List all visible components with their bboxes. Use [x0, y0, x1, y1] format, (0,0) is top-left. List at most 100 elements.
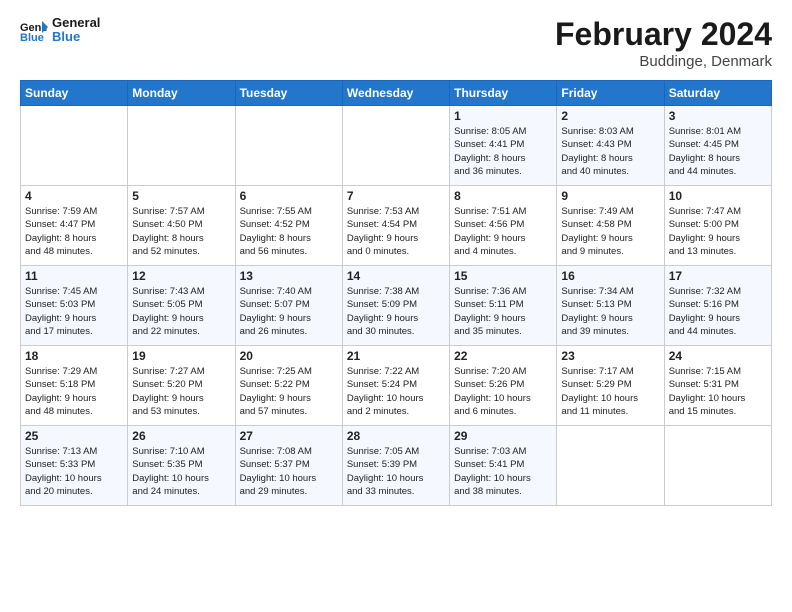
day-info: Sunrise: 7:47 AM Sunset: 5:00 PM Dayligh…	[669, 205, 767, 258]
calendar-cell: 11 Sunrise: 7:45 AM Sunset: 5:03 PM Dayli…	[21, 266, 128, 346]
day-info: Sunrise: 7:25 AM Sunset: 5:22 PM Dayligh…	[240, 365, 338, 418]
day-info: Sunrise: 7:34 AM Sunset: 5:13 PM Dayligh…	[561, 285, 659, 338]
day-info: Sunrise: 7:22 AM Sunset: 5:24 PM Dayligh…	[347, 365, 445, 418]
day-number: 3	[669, 109, 767, 123]
day-number: 23	[561, 349, 659, 363]
day-number: 1	[454, 109, 552, 123]
day-info: Sunrise: 7:27 AM Sunset: 5:20 PM Dayligh…	[132, 365, 230, 418]
day-number: 5	[132, 189, 230, 203]
day-info: Sunrise: 8:03 AM Sunset: 4:43 PM Dayligh…	[561, 125, 659, 178]
column-header-saturday: Saturday	[664, 81, 771, 106]
day-info: Sunrise: 7:36 AM Sunset: 5:11 PM Dayligh…	[454, 285, 552, 338]
calendar-cell: 4 Sunrise: 7:59 AM Sunset: 4:47 PM Daylig…	[21, 186, 128, 266]
day-number: 2	[561, 109, 659, 123]
calendar-cell: 23Sunrise: 7:17 AM Sunset: 5:29 PM Dayli…	[557, 346, 664, 426]
calendar-cell: 12 Sunrise: 7:43 AM Sunset: 5:05 PM Dayli…	[128, 266, 235, 346]
day-info: Sunrise: 7:10 AM Sunset: 5:35 PM Dayligh…	[132, 445, 230, 498]
calendar-cell: 9 Sunrise: 7:49 AM Sunset: 4:58 PM Daylig…	[557, 186, 664, 266]
calendar-cell: 18 Sunrise: 7:29 AM Sunset: 5:18 PM Dayli…	[21, 346, 128, 426]
calendar-cell: 25 Sunrise: 7:13 AM Sunset: 5:33 PM Dayli…	[21, 426, 128, 506]
day-number: 29	[454, 429, 552, 443]
column-header-sunday: Sunday	[21, 81, 128, 106]
calendar-cell: 17 Sunrise: 7:32 AM Sunset: 5:16 PM Dayli…	[664, 266, 771, 346]
calendar-cell	[664, 426, 771, 506]
calendar-cell: 29 Sunrise: 7:03 AM Sunset: 5:41 PM Dayli…	[450, 426, 557, 506]
day-info: Sunrise: 7:40 AM Sunset: 5:07 PM Dayligh…	[240, 285, 338, 338]
column-header-friday: Friday	[557, 81, 664, 106]
calendar-cell: 10Sunrise: 7:47 AM Sunset: 5:00 PM Dayli…	[664, 186, 771, 266]
day-info: Sunrise: 7:45 AM Sunset: 5:03 PM Dayligh…	[25, 285, 123, 338]
day-number: 27	[240, 429, 338, 443]
day-number: 16	[561, 269, 659, 283]
day-number: 19	[132, 349, 230, 363]
column-header-wednesday: Wednesday	[342, 81, 449, 106]
month-title: February 2024	[555, 16, 772, 53]
day-info: Sunrise: 7:13 AM Sunset: 5:33 PM Dayligh…	[25, 445, 123, 498]
day-info: Sunrise: 7:32 AM Sunset: 5:16 PM Dayligh…	[669, 285, 767, 338]
day-info: Sunrise: 7:15 AM Sunset: 5:31 PM Dayligh…	[669, 365, 767, 418]
calendar-cell: 5 Sunrise: 7:57 AM Sunset: 4:50 PM Daylig…	[128, 186, 235, 266]
day-info: Sunrise: 7:57 AM Sunset: 4:50 PM Dayligh…	[132, 205, 230, 258]
day-number: 7	[347, 189, 445, 203]
day-info: Sunrise: 8:05 AM Sunset: 4:41 PM Dayligh…	[454, 125, 552, 178]
day-number: 24	[669, 349, 767, 363]
calendar-cell: 26 Sunrise: 7:10 AM Sunset: 5:35 PM Dayli…	[128, 426, 235, 506]
day-number: 18	[25, 349, 123, 363]
calendar-cell: 28 Sunrise: 7:05 AM Sunset: 5:39 PM Dayli…	[342, 426, 449, 506]
day-number: 21	[347, 349, 445, 363]
day-number: 6	[240, 189, 338, 203]
day-info: Sunrise: 7:29 AM Sunset: 5:18 PM Dayligh…	[25, 365, 123, 418]
calendar-cell: 27 Sunrise: 7:08 AM Sunset: 5:37 PM Dayli…	[235, 426, 342, 506]
day-info: Sunrise: 7:49 AM Sunset: 4:58 PM Dayligh…	[561, 205, 659, 258]
calendar-cell: 24 Sunrise: 7:15 AM Sunset: 5:31 PM Dayli…	[664, 346, 771, 426]
day-number: 20	[240, 349, 338, 363]
day-number: 28	[347, 429, 445, 443]
day-number: 8	[454, 189, 552, 203]
calendar-cell: 8 Sunrise: 7:51 AM Sunset: 4:56 PM Daylig…	[450, 186, 557, 266]
day-info: Sunrise: 7:59 AM Sunset: 4:47 PM Dayligh…	[25, 205, 123, 258]
day-info: Sunrise: 7:05 AM Sunset: 5:39 PM Dayligh…	[347, 445, 445, 498]
day-info: Sunrise: 7:38 AM Sunset: 5:09 PM Dayligh…	[347, 285, 445, 338]
calendar-cell: 14Sunrise: 7:38 AM Sunset: 5:09 PM Dayli…	[342, 266, 449, 346]
calendar-cell	[557, 426, 664, 506]
page-header: General Blue General Blue February 2024 …	[20, 16, 772, 70]
calendar-cell: 20 Sunrise: 7:25 AM Sunset: 5:22 PM Dayli…	[235, 346, 342, 426]
location: Buddinge, Denmark	[555, 53, 772, 70]
day-info: Sunrise: 7:53 AM Sunset: 4:54 PM Dayligh…	[347, 205, 445, 258]
day-info: Sunrise: 7:03 AM Sunset: 5:41 PM Dayligh…	[454, 445, 552, 498]
day-info: Sunrise: 7:51 AM Sunset: 4:56 PM Dayligh…	[454, 205, 552, 258]
column-header-thursday: Thursday	[450, 81, 557, 106]
calendar-cell: 7 Sunrise: 7:53 AM Sunset: 4:54 PM Daylig…	[342, 186, 449, 266]
day-number: 26	[132, 429, 230, 443]
calendar-cell: 6Sunrise: 7:55 AM Sunset: 4:52 PM Daylig…	[235, 186, 342, 266]
calendar-cell: 22 Sunrise: 7:20 AM Sunset: 5:26 PM Dayli…	[450, 346, 557, 426]
day-number: 12	[132, 269, 230, 283]
calendar-cell: 15 Sunrise: 7:36 AM Sunset: 5:11 PM Dayli…	[450, 266, 557, 346]
calendar-cell: 16 Sunrise: 7:34 AM Sunset: 5:13 PM Dayli…	[557, 266, 664, 346]
calendar-cell: 2 Sunrise: 8:03 AM Sunset: 4:43 PM Daylig…	[557, 106, 664, 186]
day-info: Sunrise: 7:20 AM Sunset: 5:26 PM Dayligh…	[454, 365, 552, 418]
calendar-table: SundayMondayTuesdayWednesdayThursdayFrid…	[20, 80, 772, 506]
day-info: Sunrise: 7:08 AM Sunset: 5:37 PM Dayligh…	[240, 445, 338, 498]
day-number: 15	[454, 269, 552, 283]
calendar-cell	[235, 106, 342, 186]
calendar-cell: 13Sunrise: 7:40 AM Sunset: 5:07 PM Dayli…	[235, 266, 342, 346]
title-block: February 2024 Buddinge, Denmark	[555, 16, 772, 70]
day-number: 4	[25, 189, 123, 203]
day-number: 22	[454, 349, 552, 363]
logo: General Blue General Blue	[20, 16, 100, 45]
calendar-cell	[21, 106, 128, 186]
day-number: 9	[561, 189, 659, 203]
calendar-cell: 3 Sunrise: 8:01 AM Sunset: 4:45 PM Daylig…	[664, 106, 771, 186]
svg-text:Blue: Blue	[20, 32, 44, 41]
calendar-cell	[128, 106, 235, 186]
calendar-cell: 21 Sunrise: 7:22 AM Sunset: 5:24 PM Dayli…	[342, 346, 449, 426]
day-info: Sunrise: 8:01 AM Sunset: 4:45 PM Dayligh…	[669, 125, 767, 178]
calendar-cell: 1 Sunrise: 8:05 AM Sunset: 4:41 PM Daylig…	[450, 106, 557, 186]
column-header-monday: Monday	[128, 81, 235, 106]
day-number: 11	[25, 269, 123, 283]
day-info: Sunrise: 7:43 AM Sunset: 5:05 PM Dayligh…	[132, 285, 230, 338]
day-number: 17	[669, 269, 767, 283]
day-number: 25	[25, 429, 123, 443]
calendar-cell: 19 Sunrise: 7:27 AM Sunset: 5:20 PM Dayli…	[128, 346, 235, 426]
